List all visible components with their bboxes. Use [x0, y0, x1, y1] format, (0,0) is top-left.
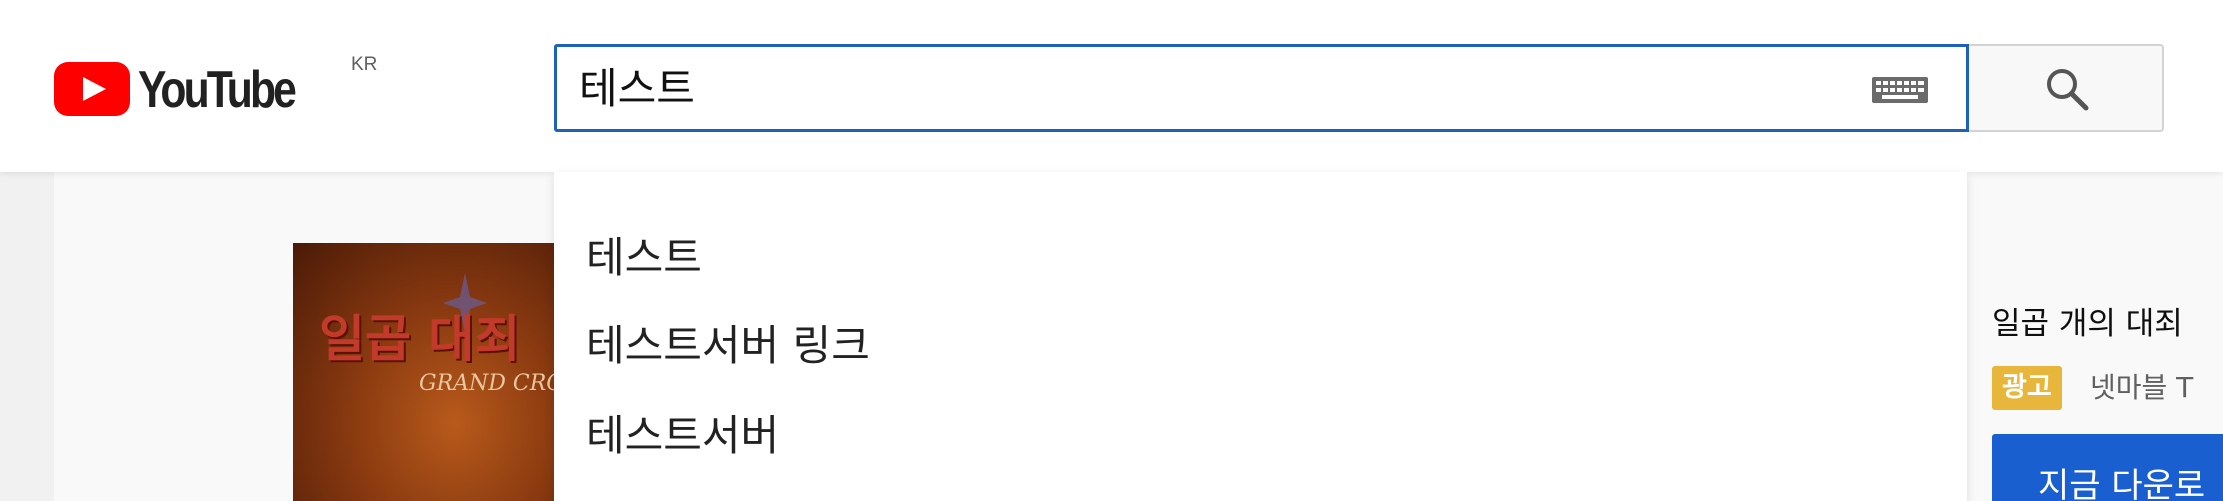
youtube-page: 일곱 대죄 GRAND CROSS 일곱 개의 대죄 광고 넷마블 T 지금 다… — [0, 0, 2223, 501]
search-suggestions: 테스트 테스트서버 링크 테스트서버 — [554, 172, 1967, 501]
ad-cta-button[interactable]: 지금 다운로 — [1992, 434, 2223, 501]
search-icon — [2047, 69, 2089, 111]
play-icon — [54, 62, 130, 116]
masthead: YouTube KR 테스트 — [0, 0, 2223, 172]
ad-thumbnail[interactable]: 일곱 대죄 GRAND CROSS — [293, 243, 563, 501]
youtube-logo[interactable]: YouTube KR — [54, 54, 377, 119]
ad-thumbnail-title: 일곱 대죄 — [319, 310, 521, 368]
search-input[interactable]: 테스트 — [554, 44, 1969, 132]
country-code: KR — [351, 54, 378, 75]
ad-cta-label: 지금 다운로 — [2038, 466, 2206, 501]
search-input-value[interactable]: 테스트 — [579, 61, 695, 117]
ad-badge: 광고 — [1992, 366, 2062, 410]
keyboard-icon[interactable] — [1872, 77, 1928, 103]
left-gutter — [0, 172, 54, 501]
search-button[interactable] — [1969, 44, 2164, 132]
suggestion-item[interactable]: 테스트서버 — [586, 408, 779, 464]
ad-title[interactable]: 일곱 개의 대죄 — [1992, 298, 2183, 343]
ad-thumbnail-subtitle: GRAND CROSS — [419, 371, 563, 396]
suggestion-item[interactable]: 테스트서버 링크 — [586, 318, 870, 374]
ad-advertiser: 넷마블 T — [2090, 371, 2194, 404]
logo-text: YouTube — [138, 61, 297, 119]
suggestion-item[interactable]: 테스트 — [586, 230, 702, 286]
